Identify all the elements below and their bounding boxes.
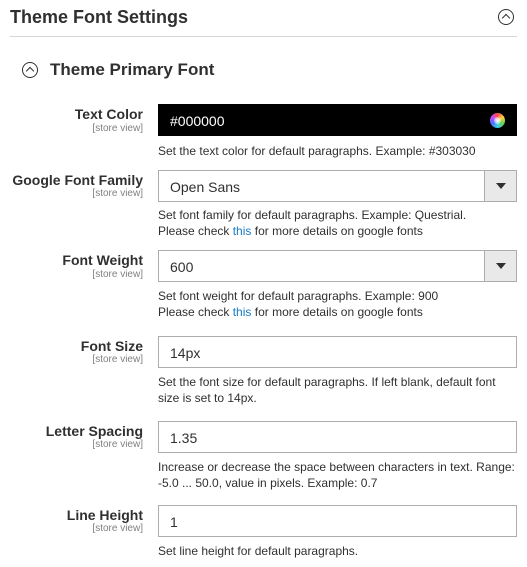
font-family-scope: [store view]: [92, 188, 143, 199]
color-wheel-icon[interactable]: [490, 113, 505, 128]
note-suffix: for more details on google fonts: [251, 305, 423, 319]
collapse-group-icon[interactable]: [22, 62, 38, 78]
text-color-value: #000000: [170, 113, 225, 129]
font-weight-scope: [store view]: [92, 269, 143, 280]
line-height-label: Line Height: [66, 507, 143, 523]
font-weight-label: Font Weight: [62, 252, 143, 268]
line-height-scope: [store view]: [92, 523, 143, 534]
font-size-note: Set the font size for default paragraphs…: [158, 375, 496, 405]
section-divider: [10, 36, 517, 37]
line-height-input[interactable]: 1: [158, 505, 517, 537]
letter-spacing-label: Letter Spacing: [45, 423, 143, 439]
letter-spacing-scope: [store view]: [92, 439, 143, 450]
line-height-note: Set line height for default paragraphs.: [158, 544, 359, 558]
font-family-label: Google Font Family: [12, 172, 143, 188]
font-weight-select[interactable]: 600: [158, 250, 517, 282]
font-family-select[interactable]: Open Sans: [158, 170, 517, 202]
font-weight-note-line2: Please check this for more details on go…: [158, 304, 520, 320]
chevron-down-icon[interactable]: [484, 171, 516, 201]
section-title: Theme Font Settings: [10, 7, 189, 27]
note-prefix: Please check: [158, 224, 233, 238]
font-family-note: Set font family for default paragraphs. …: [158, 207, 520, 239]
font-family-value: Open Sans: [170, 179, 241, 195]
text-color-field[interactable]: #000000: [158, 104, 517, 136]
line-height-value: 1: [170, 514, 178, 530]
google-fonts-link[interactable]: this: [233, 305, 252, 319]
text-color-scope: [store view]: [92, 123, 143, 134]
group-title: Theme Primary Font: [50, 60, 215, 79]
letter-spacing-note: Increase or decrease the space between c…: [158, 460, 515, 490]
collapse-section-icon[interactable]: [498, 9, 514, 25]
letter-spacing-value: 1.35: [170, 430, 198, 446]
google-fonts-link[interactable]: this: [233, 224, 252, 238]
font-weight-note-line1: Set font weight for default paragraphs. …: [158, 289, 439, 303]
font-family-note-line2: Please check this for more details on go…: [158, 223, 520, 239]
text-color-note: Set the text color for default paragraph…: [158, 144, 476, 158]
chevron-down-icon[interactable]: [484, 251, 516, 281]
font-size-label: Font Size: [80, 338, 143, 354]
letter-spacing-input[interactable]: 1.35: [158, 421, 517, 453]
text-color-label: Text Color: [74, 106, 143, 122]
font-size-scope: [store view]: [92, 354, 143, 365]
note-prefix: Please check: [158, 305, 233, 319]
section-header[interactable]: Theme Font Settings: [0, 0, 527, 36]
note-suffix: for more details on google fonts: [251, 224, 423, 238]
font-size-value: 14px: [170, 345, 201, 361]
font-size-input[interactable]: 14px: [158, 336, 517, 368]
font-family-note-line1: Set font family for default paragraphs. …: [158, 208, 467, 222]
font-weight-note: Set font weight for default paragraphs. …: [158, 288, 520, 320]
font-weight-value: 600: [170, 259, 194, 275]
